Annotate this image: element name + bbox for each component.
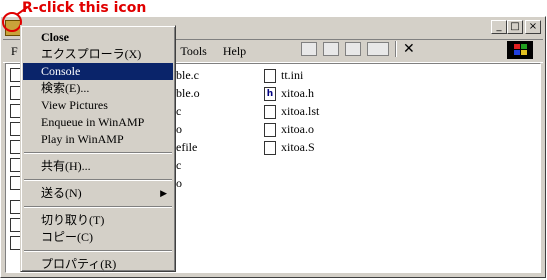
file-item[interactable]: c: [176, 104, 181, 119]
menu-separator: [24, 206, 172, 208]
file-item[interactable]: xitoa.lst: [264, 104, 319, 119]
menu-item-search[interactable]: 検索(E)...: [23, 80, 173, 97]
text-file-icon: [264, 140, 276, 155]
window-controls: _ □ ×: [491, 20, 541, 34]
menu-item-send-to-label: 送る(N): [41, 186, 82, 200]
up-folder-icon[interactable]: [301, 42, 317, 56]
header-file-icon: h: [264, 86, 276, 101]
file-item[interactable]: efile: [176, 140, 197, 155]
file-item[interactable]: o: [176, 122, 182, 137]
file-name: efile: [176, 140, 198, 154]
menu-item-console[interactable]: Console: [23, 63, 173, 80]
file-name: o: [176, 176, 182, 190]
annotation-label: R-click this icon: [22, 0, 147, 16]
file-name: xitoa.h: [281, 86, 314, 100]
file-item[interactable]: c: [176, 158, 181, 173]
file-name: xitoa.o: [281, 122, 314, 136]
map-drive-icon[interactable]: [323, 42, 339, 56]
file-item[interactable]: xitoa.o: [264, 122, 314, 137]
search-icon[interactable]: [345, 42, 361, 56]
menu-item-properties[interactable]: プロパティ(R): [23, 256, 173, 273]
views-icon[interactable]: [367, 42, 389, 56]
file-item[interactable]: ble.c: [176, 68, 199, 83]
minimize-button[interactable]: _: [491, 20, 507, 34]
menu-item-send-to[interactable]: 送る(N) ▶: [23, 185, 173, 202]
menu-item-play-winamp[interactable]: Play in WinAMP: [23, 131, 173, 148]
delete-icon[interactable]: ✕: [403, 42, 419, 56]
file-item[interactable]: o: [176, 176, 182, 191]
file-name: tt.ini: [281, 68, 304, 82]
file-item[interactable]: ble.o: [176, 86, 200, 101]
file-name: c: [176, 158, 182, 172]
file-name: xitoa.lst: [281, 104, 320, 118]
file-name: ble.c: [176, 68, 199, 82]
menu-item-share[interactable]: 共有(H)...: [23, 158, 173, 175]
maximize-button[interactable]: □: [507, 20, 523, 34]
file-name: ble.o: [176, 86, 200, 100]
file-item[interactable]: h xitoa.h: [264, 86, 314, 101]
menu-item-explorer[interactable]: エクスプローラ(X): [23, 46, 173, 63]
menu-separator: [24, 250, 172, 252]
file-name: xitoa.S: [281, 140, 315, 154]
file-name: o: [176, 122, 182, 136]
close-button[interactable]: ×: [525, 20, 541, 34]
windows-logo: [507, 41, 533, 59]
highlight-circle: [2, 12, 22, 32]
text-file-icon: [264, 104, 276, 119]
menu-help[interactable]: Help: [215, 44, 254, 59]
file-item[interactable]: tt.ini: [264, 68, 303, 83]
menu-separator: [24, 152, 172, 154]
object-file-icon: [264, 122, 276, 137]
menu-item-close[interactable]: Close: [23, 29, 173, 46]
menu-item-copy[interactable]: コピー(C): [23, 229, 173, 246]
submenu-arrow-icon: ▶: [160, 188, 167, 198]
menu-item-view-pictures[interactable]: View Pictures: [23, 97, 173, 114]
file-item[interactable]: xitoa.S: [264, 140, 315, 155]
menu-item-cut[interactable]: 切り取り(T): [23, 212, 173, 229]
menu-tools[interactable]: Tools: [172, 44, 215, 59]
text-file-icon: [264, 68, 276, 83]
toolbar-separator: [395, 41, 397, 57]
menu-item-enqueue-winamp[interactable]: Enqueue in WinAMP: [23, 114, 173, 131]
file-name: c: [176, 104, 182, 118]
menu-separator: [24, 179, 172, 181]
toolbar: ✕: [301, 41, 419, 57]
context-menu: Close エクスプローラ(X) Console 検索(E)... View P…: [20, 25, 176, 272]
